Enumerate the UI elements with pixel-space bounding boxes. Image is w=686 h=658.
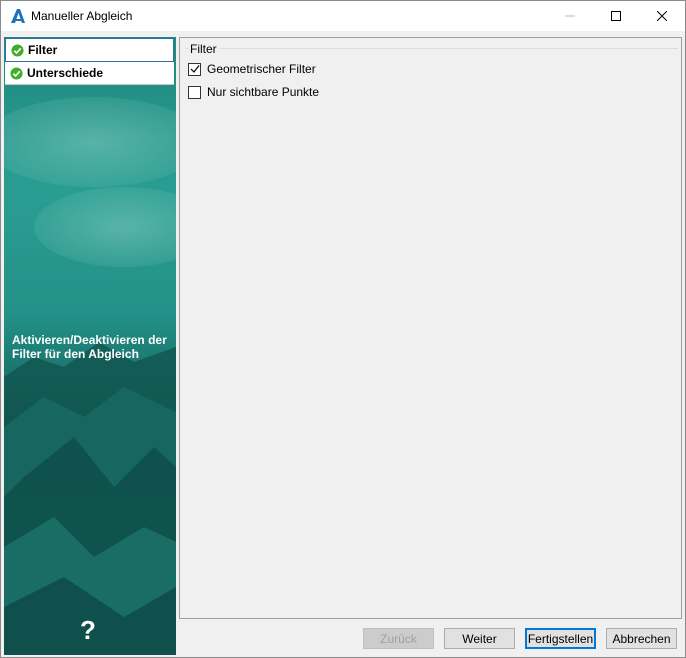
sky-streak bbox=[4, 97, 176, 187]
sidebar-item-unterschiede[interactable]: Unterschiede bbox=[5, 62, 174, 85]
minimize-button[interactable] bbox=[547, 1, 593, 31]
sky-streak bbox=[34, 187, 176, 267]
maximize-icon bbox=[611, 11, 621, 21]
check-circle-icon bbox=[11, 43, 24, 57]
check-circle-icon bbox=[10, 66, 23, 80]
mountain-artwork bbox=[4, 342, 176, 655]
geometric-filter-checkbox[interactable] bbox=[188, 62, 201, 76]
wizard-buttons: Zurück Weiter Fertigstellen Abbrechen bbox=[179, 620, 682, 652]
step-panel: Filter Geometrischer Filter Nur sichtbar… bbox=[179, 37, 682, 619]
close-icon bbox=[657, 11, 667, 21]
sidebar-item-label: Unterschiede bbox=[27, 66, 104, 80]
geometric-filter-label[interactable]: Geometrischer Filter bbox=[207, 62, 316, 76]
filter-groupbox: Filter Geometrischer Filter Nur sichtbar… bbox=[186, 42, 678, 615]
sidebar-item-label: Filter bbox=[28, 43, 58, 57]
back-button[interactable]: Zurück bbox=[363, 628, 434, 649]
wizard-content: Filter Unterschiede Aktivieren/Deaktivie… bbox=[4, 37, 682, 655]
minimize-icon bbox=[565, 15, 575, 17]
close-button[interactable] bbox=[639, 1, 685, 31]
checkmark-icon bbox=[190, 65, 199, 73]
geometric-filter-checkbox-row[interactable]: Geometrischer Filter bbox=[188, 62, 316, 76]
next-button[interactable]: Weiter bbox=[444, 628, 515, 649]
autodesk-app-icon bbox=[11, 9, 25, 23]
cancel-button[interactable]: Abbrechen bbox=[606, 628, 677, 649]
maximize-button[interactable] bbox=[593, 1, 639, 31]
window-title: Manueller Abgleich bbox=[31, 9, 133, 23]
title-bar: Manueller Abgleich bbox=[1, 1, 685, 31]
help-icon[interactable]: ? bbox=[80, 615, 96, 646]
wizard-sidebar: Filter Unterschiede Aktivieren/Deaktivie… bbox=[4, 37, 176, 655]
finish-button[interactable]: Fertigstellen bbox=[525, 628, 596, 649]
step-description: Aktivieren/Deaktivieren der Filter für d… bbox=[12, 333, 167, 361]
wizard-window: Manueller Abgleich Filter Unterschiede A… bbox=[0, 0, 686, 658]
visible-points-checkbox[interactable] bbox=[188, 85, 201, 99]
visible-points-label[interactable]: Nur sichtbare Punkte bbox=[207, 85, 319, 99]
sidebar-item-filter[interactable]: Filter bbox=[5, 38, 174, 62]
visible-points-checkbox-row[interactable]: Nur sichtbare Punkte bbox=[188, 85, 319, 99]
groupbox-label: Filter bbox=[188, 42, 219, 56]
